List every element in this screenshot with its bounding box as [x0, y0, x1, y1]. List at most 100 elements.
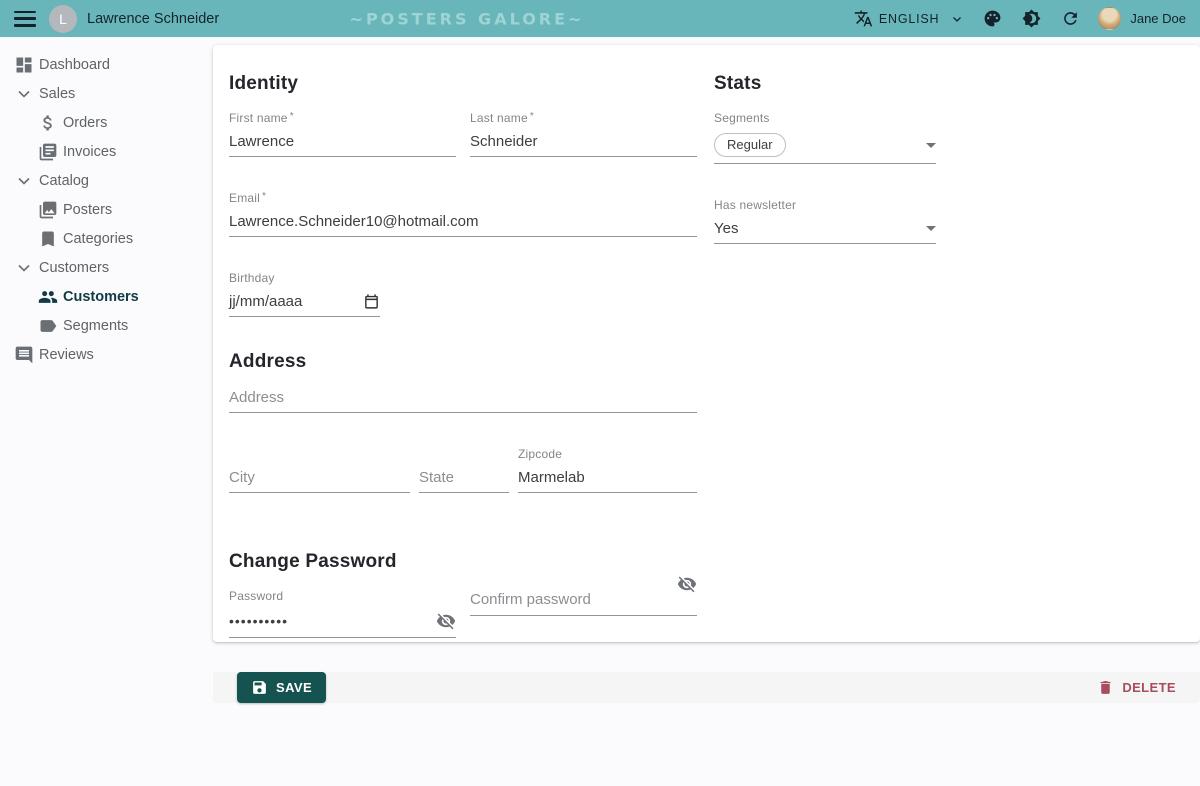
dropdown-arrow-icon: [926, 143, 936, 148]
sidebar-item-label: Dashboard: [39, 57, 110, 73]
confirm-password-input[interactable]: [470, 591, 677, 608]
sidebar-item-label: Segments: [63, 318, 128, 334]
city-field: [229, 469, 410, 493]
segments-select[interactable]: Regular: [714, 133, 936, 164]
email-input[interactable]: [229, 213, 697, 230]
state-input[interactable]: [419, 469, 509, 486]
visibility-off-icon[interactable]: [677, 574, 697, 594]
invoices-icon: [38, 142, 58, 162]
sidebar-group-label: Catalog: [39, 173, 89, 189]
last-name-label: Last name*: [470, 111, 697, 125]
customer-edit-card: Identity First name* Last name* Email*: [213, 45, 1200, 642]
theme-palette-button[interactable]: [983, 9, 1002, 28]
appbar: L Lawrence Schneider ~POSTERS GALORE~ EN…: [0, 0, 1200, 37]
city-input[interactable]: [229, 469, 410, 486]
first-name-label: First name*: [229, 111, 456, 125]
section-heading-identity: Identity: [229, 73, 697, 95]
sidebar-group-sales[interactable]: Sales: [0, 79, 213, 108]
user-menu[interactable]: Jane Doe: [1098, 7, 1186, 30]
sidebar-item-reviews[interactable]: Reviews: [0, 340, 213, 369]
sidebar-item-label: Reviews: [39, 347, 94, 363]
first-name-input[interactable]: [229, 133, 456, 150]
address-input[interactable]: [229, 389, 697, 406]
hamburger-menu-icon[interactable]: [14, 11, 36, 27]
sidebar-group-label: Sales: [39, 86, 75, 102]
sidebar-item-dashboard[interactable]: Dashboard: [0, 50, 213, 79]
dark-mode-toggle-button[interactable]: [1022, 9, 1041, 28]
zipcode-field: Zipcode: [518, 447, 697, 493]
sidebar-item-posters[interactable]: Posters: [0, 195, 213, 224]
section-heading-stats: Stats: [714, 73, 936, 95]
sidebar-group-customers[interactable]: Customers: [0, 253, 213, 282]
has-newsletter-label: Has newsletter: [714, 198, 936, 212]
trash-icon: [1097, 679, 1114, 696]
sidebar-group-label: Customers: [39, 260, 109, 276]
address-field: [229, 389, 697, 413]
form-toolbar: SAVE DELETE: [213, 672, 1200, 703]
app-logo: ~POSTERS GALORE~: [350, 9, 585, 28]
sidebar-item-label: Posters: [63, 202, 112, 218]
birthday-input[interactable]: jj/mm/aaaa: [229, 293, 380, 317]
label-icon: [38, 316, 58, 336]
segments-field: Segments Regular: [714, 111, 936, 164]
sidebar-item-label: Invoices: [63, 144, 116, 160]
save-icon: [251, 679, 268, 696]
email-label: Email*: [229, 191, 697, 205]
sidebar-item-label: Categories: [63, 231, 133, 247]
locale-label: ENGLISH: [879, 12, 939, 26]
sidebar: Dashboard Sales Orders Invoices Catalog …: [0, 37, 213, 369]
save-button[interactable]: SAVE: [237, 672, 326, 703]
dropdown-arrow-icon: [926, 226, 936, 231]
record-avatar-letter: L: [59, 11, 67, 27]
record-avatar: L: [49, 5, 77, 33]
password-label: Password: [229, 589, 456, 603]
bookmark-icon: [38, 229, 58, 249]
birthday-label: Birthday: [229, 271, 380, 285]
palette-icon: [983, 9, 1002, 28]
password-input[interactable]: [229, 613, 436, 629]
sidebar-item-categories[interactable]: Categories: [0, 224, 213, 253]
segment-chip: Regular: [714, 133, 786, 157]
chevron-down-icon: [14, 84, 34, 104]
delete-button[interactable]: DELETE: [1097, 679, 1176, 696]
visibility-off-icon[interactable]: [436, 611, 456, 631]
sidebar-item-label: Orders: [63, 115, 107, 131]
user-name: Jane Doe: [1130, 11, 1186, 26]
chevron-down-icon: [951, 13, 963, 25]
image-icon: [38, 200, 58, 220]
has-newsletter-select[interactable]: Yes: [714, 220, 936, 244]
state-field: [419, 469, 509, 493]
zipcode-input[interactable]: [518, 469, 697, 486]
password-field: Password: [229, 589, 456, 638]
chevron-down-icon: [14, 258, 34, 278]
chevron-down-icon: [14, 171, 34, 191]
dashboard-icon: [14, 55, 34, 75]
dark-mode-icon: [1022, 9, 1041, 28]
calendar-icon[interactable]: [363, 293, 380, 310]
zipcode-label: Zipcode: [518, 447, 697, 461]
sidebar-item-invoices[interactable]: Invoices: [0, 137, 213, 166]
sidebar-item-customers[interactable]: Customers: [0, 282, 213, 311]
dollar-icon: [38, 113, 58, 133]
segments-label: Segments: [714, 111, 936, 125]
section-heading-address: Address: [229, 351, 697, 373]
locale-switcher[interactable]: ENGLISH: [854, 9, 963, 28]
user-avatar: [1098, 7, 1121, 30]
translate-icon: [854, 9, 873, 28]
refresh-icon: [1061, 9, 1080, 28]
first-name-field: First name*: [229, 111, 456, 157]
appbar-actions: ENGLISH Jane Doe: [854, 7, 1186, 30]
last-name-input[interactable]: [470, 133, 697, 150]
page-title: Lawrence Schneider: [87, 11, 219, 27]
confirm-password-field: [470, 589, 697, 638]
section-heading-change-password: Change Password: [229, 551, 697, 573]
comment-icon: [14, 345, 34, 365]
email-field: Email*: [229, 191, 697, 237]
sidebar-group-catalog[interactable]: Catalog: [0, 166, 213, 195]
refresh-button[interactable]: [1061, 9, 1080, 28]
sidebar-item-label: Customers: [63, 289, 139, 305]
sidebar-item-segments[interactable]: Segments: [0, 311, 213, 340]
people-icon: [38, 287, 58, 307]
has-newsletter-field: Has newsletter Yes: [714, 198, 936, 244]
sidebar-item-orders[interactable]: Orders: [0, 108, 213, 137]
